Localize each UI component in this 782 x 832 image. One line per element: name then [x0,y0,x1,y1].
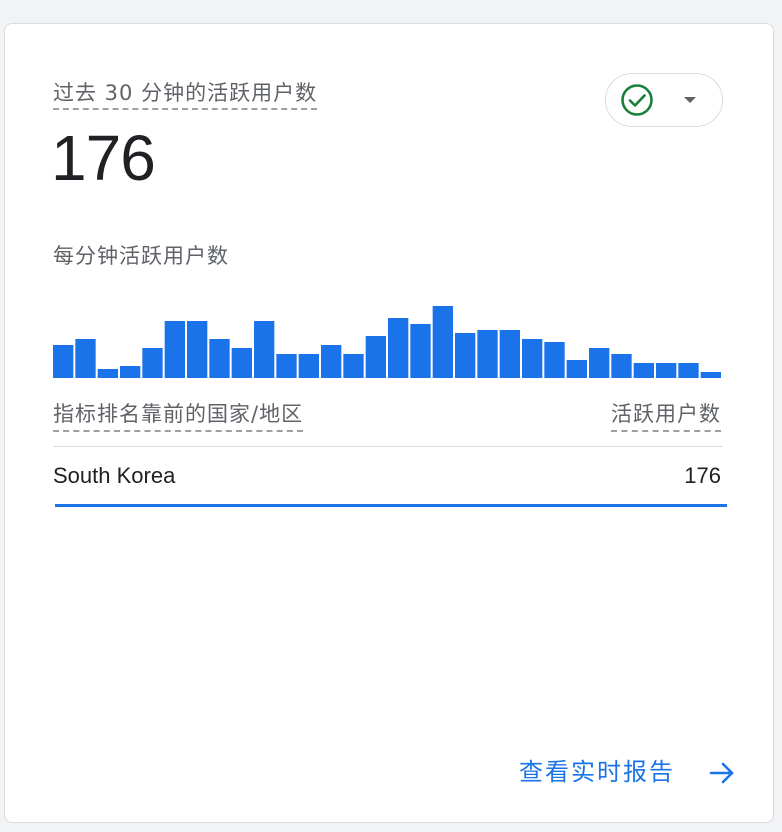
chart-bar-10[interactable] [254,321,275,378]
chart-bar-26[interactable] [611,354,632,378]
chart-bar-8[interactable] [209,339,230,378]
chart-bar-21[interactable] [499,330,520,378]
table-divider [53,446,723,447]
table-row-share-bar [55,504,727,507]
table-header-active-users[interactable]: 活跃用户数 [611,400,721,432]
chart-bar-19[interactable] [455,333,476,378]
chart-bar-17[interactable] [410,324,431,378]
chart-bar-11[interactable] [276,354,297,378]
chart-bar-2[interactable] [75,339,96,378]
chart-bar-3[interactable] [97,369,118,378]
realtime-card: 过去 30 分钟的活跃用户数 176 每分钟活跃用户数 指标排名靠前的国家/地区… [4,23,774,823]
chart-bar-7[interactable] [187,321,208,378]
chart-bar-15[interactable] [365,336,386,378]
chart-bar-24[interactable] [566,360,587,378]
view-realtime-report-link[interactable]: 查看实时报告 [519,756,675,788]
chart-bar-4[interactable] [120,366,141,378]
check-circle-icon [621,84,653,116]
active-users-total: 176 [51,122,156,194]
card-title[interactable]: 过去 30 分钟的活跃用户数 [53,80,318,110]
chart-bar-6[interactable] [164,321,185,378]
chart-bar-28[interactable] [656,363,677,378]
arrow-right-icon[interactable] [709,761,735,785]
chart-bar-23[interactable] [544,342,565,378]
chart-bar-5[interactable] [142,348,163,378]
chart-bar-18[interactable] [432,306,453,378]
table-row-value: 176 [684,463,721,488]
table-row-country: South Korea [53,463,176,488]
chart-bar-30[interactable] [700,372,721,378]
table-header-country[interactable]: 指标排名靠前的国家/地区 [53,400,304,432]
chart-bar-16[interactable] [388,318,409,378]
chart-bar-29[interactable] [678,363,699,378]
chart-bar-13[interactable] [321,345,342,378]
caret-down-icon [684,97,696,103]
chart-bar-25[interactable] [589,348,610,378]
status-dropdown-button[interactable] [605,73,723,127]
chart-bar-12[interactable] [298,354,319,378]
chart-bar-1[interactable] [53,345,74,378]
chart-subtitle: 每分钟活跃用户数 [53,244,229,268]
chart-bar-9[interactable] [231,348,252,378]
chart-bar-22[interactable] [522,339,543,378]
per-minute-bar-chart [53,306,721,378]
chart-bar-14[interactable] [343,354,364,378]
chart-bar-20[interactable] [477,330,498,378]
chart-bar-27[interactable] [633,363,654,378]
